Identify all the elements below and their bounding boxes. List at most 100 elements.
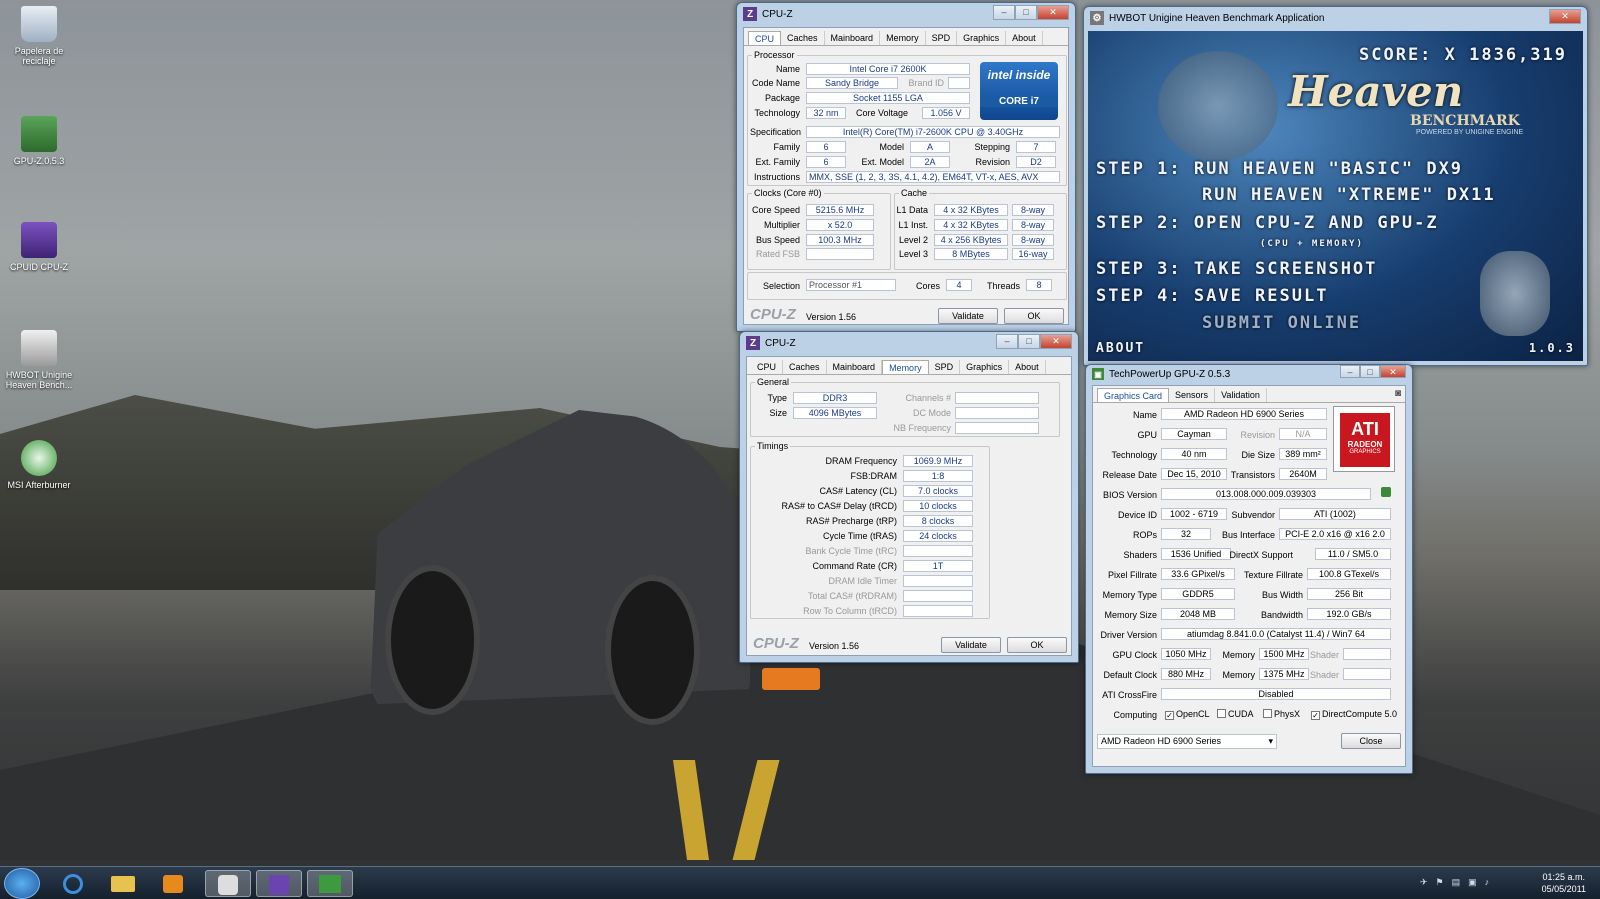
gpu-value: Cayman: [1161, 428, 1227, 440]
channels-value: [955, 392, 1039, 404]
taskbar-cpu-z[interactable]: [256, 870, 302, 897]
core-voltage-value: 1.056 V: [922, 107, 970, 119]
step2-link[interactable]: STEP 2: OPEN CPU-Z AND GPU-Z: [1096, 213, 1439, 233]
tab-graphics[interactable]: Graphics: [957, 31, 1007, 45]
tab-sensors[interactable]: Sensors: [1169, 388, 1216, 402]
step3-link[interactable]: STEP 3: TAKE SCREENSHOT: [1096, 259, 1377, 279]
label: Memory: [1222, 650, 1255, 660]
level3-way-value: 16-way: [1012, 248, 1054, 260]
validate-button[interactable]: Validate: [941, 637, 1001, 653]
maximize-button[interactable]: □: [1360, 365, 1380, 378]
tab-validation[interactable]: Validation: [1215, 388, 1267, 402]
close-button[interactable]: ✕: [1549, 9, 1581, 24]
bios-version-value: 013.008.000.009.039303: [1161, 488, 1371, 500]
desktop-icon-hwbot-heaven[interactable]: HWBOT Unigine Heaven Bench...: [2, 330, 76, 390]
level2-way-value: 8-way: [1012, 234, 1054, 246]
taskbar-explorer[interactable]: [100, 870, 146, 897]
directcompute-checkbox[interactable]: ✓ DirectCompute 5.0: [1311, 709, 1397, 720]
ok-button[interactable]: OK: [1004, 308, 1064, 324]
label: Threads: [986, 281, 1020, 291]
desktop-icon-msi-afterburner[interactable]: MSI Afterburner: [2, 440, 76, 490]
tab-cpu[interactable]: CPU: [748, 31, 782, 45]
desktop-icon-recycle-bin[interactable]: Papelera de reciclaje: [2, 6, 76, 66]
tab-graphics[interactable]: Graphics: [960, 360, 1010, 374]
submit-online-link[interactable]: SUBMIT ONLINE: [1202, 313, 1361, 333]
label: Code Name: [751, 78, 800, 88]
label: Name: [1132, 410, 1157, 420]
maximize-button[interactable]: □: [1015, 5, 1037, 20]
label: GPU Clock: [1112, 650, 1157, 660]
about-link[interactable]: ABOUT: [1096, 341, 1145, 356]
revision-value: N/A: [1279, 428, 1327, 440]
close-button[interactable]: Close: [1341, 733, 1401, 749]
label: Revision: [975, 157, 1010, 167]
camera-icon[interactable]: ◙: [1395, 388, 1401, 402]
heaven-titlebar[interactable]: ⚙ HWBOT Unigine Heaven Benchmark Applica…: [1084, 7, 1587, 29]
minimize-button[interactable]: –: [993, 5, 1015, 20]
tab-about[interactable]: About: [1009, 360, 1046, 374]
step4-link[interactable]: STEP 4: SAVE RESULT: [1096, 286, 1328, 306]
tab-spd[interactable]: SPD: [929, 360, 961, 374]
tab-spd[interactable]: SPD: [926, 31, 958, 45]
hwbot-heaven-icon: [21, 330, 57, 366]
group-legend: General: [757, 377, 790, 387]
label: L1 Inst.: [898, 220, 928, 230]
step1-xtreme-link[interactable]: RUN HEAVEN "XTREME" DX11: [1202, 185, 1496, 205]
tab-graphics-card[interactable]: Graphics Card: [1097, 388, 1170, 402]
physx-checkbox[interactable]: PhysX: [1263, 709, 1300, 719]
label: Memory Size: [1104, 610, 1157, 620]
label: L1 Data: [896, 205, 928, 215]
window-title: HWBOT Unigine Heaven Benchmark Applicati…: [1109, 12, 1325, 24]
close-button[interactable]: ✕: [1037, 5, 1069, 20]
ok-button[interactable]: OK: [1007, 637, 1067, 653]
desktop-icon-gpu-z[interactable]: GPU-Z.0.5.3: [2, 116, 76, 166]
close-button[interactable]: ✕: [1040, 334, 1072, 349]
tab-caches[interactable]: Caches: [781, 31, 825, 45]
taskbar-media-player[interactable]: [150, 870, 196, 897]
action-center-icon[interactable]: ⚑: [1436, 877, 1444, 888]
tab-caches[interactable]: Caches: [783, 360, 827, 374]
cpuz-memory-window[interactable]: Z CPU-Z – □ ✕ CPU Caches Mainboard Memory …: [739, 331, 1079, 663]
release-date-value: Dec 15, 2010: [1161, 468, 1227, 480]
bios-save-icon[interactable]: [1381, 487, 1391, 497]
taskbar-internet-explorer[interactable]: [50, 870, 96, 897]
cpuz-cpu-window[interactable]: Z CPU-Z – □ ✕ CPU Caches Mainboard Memory …: [736, 2, 1076, 332]
tab-memory[interactable]: Memory: [880, 31, 926, 45]
tab-memory[interactable]: Memory: [882, 360, 929, 374]
technology-value: 32 nm: [806, 107, 846, 119]
display-icon[interactable]: ▣: [1468, 877, 1477, 888]
volume-icon[interactable]: ♪: [1485, 877, 1490, 888]
bandwidth-value: 192.0 GB/s: [1307, 608, 1391, 620]
total-cas-value: [903, 590, 973, 602]
heaven-window[interactable]: ⚙ HWBOT Unigine Heaven Benchmark Applica…: [1083, 6, 1588, 366]
texture-fillrate-value: 100.8 GTexel/s: [1307, 568, 1391, 580]
minimize-button[interactable]: –: [1340, 365, 1360, 378]
tab-mainboard[interactable]: Mainboard: [825, 31, 881, 45]
network-icon[interactable]: ▤: [1452, 877, 1461, 888]
opencl-checkbox[interactable]: ✓ OpenCL: [1165, 709, 1210, 720]
label: Cycle Time (tRAS): [822, 531, 897, 541]
cuda-checkbox[interactable]: CUDA: [1217, 709, 1254, 719]
label: Shader: [1309, 650, 1339, 660]
bus-interface-value: PCI-E 2.0 x16 @ x16 2.0: [1279, 528, 1391, 540]
tab-about[interactable]: About: [1006, 31, 1043, 45]
gpuz-window[interactable]: ▣ TechPowerUp GPU-Z 0.5.3 – □ ✕ Graphics C…: [1085, 364, 1413, 774]
step1-link[interactable]: STEP 1: RUN HEAVEN "BASIC" DX9: [1096, 159, 1463, 179]
close-button[interactable]: ✕: [1380, 365, 1406, 378]
label: Revision: [1240, 430, 1275, 440]
tab-mainboard[interactable]: Mainboard: [827, 360, 883, 374]
clock[interactable]: 01:25 a.m. 05/05/2011: [1542, 871, 1586, 895]
taskbar-heaven[interactable]: [205, 870, 251, 897]
card-select[interactable]: AMD Radeon HD 6900 Series ▾: [1097, 734, 1277, 749]
minimize-button[interactable]: –: [996, 334, 1018, 349]
tab-cpu[interactable]: CPU: [751, 360, 784, 374]
start-button[interactable]: [4, 868, 40, 899]
validate-button[interactable]: Validate: [938, 308, 998, 324]
desktop-icon-cpu-z[interactable]: CPUID CPU-Z: [2, 222, 76, 272]
maximize-button[interactable]: □: [1018, 334, 1040, 349]
label: Selection: [762, 281, 800, 291]
intel-core-i7-logo: intel inside CORE i7: [980, 62, 1058, 120]
msi-afterburner-icon[interactable]: ✈: [1420, 877, 1428, 888]
processor-select[interactable]: Processor #1: [806, 279, 896, 291]
taskbar-gpu-z[interactable]: [307, 870, 353, 897]
